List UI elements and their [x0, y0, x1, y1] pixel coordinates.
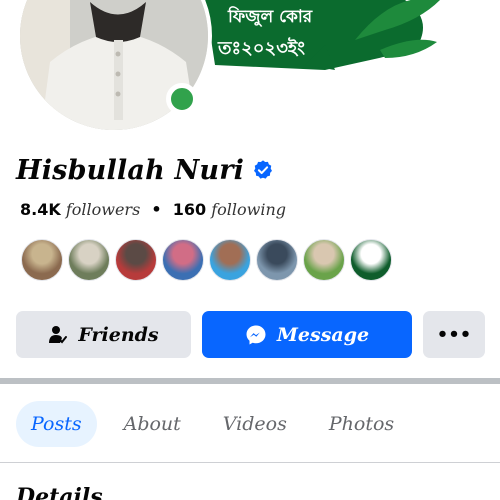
- friend-avatar-8[interactable]: [350, 239, 392, 281]
- followers-count[interactable]: 8.4K: [20, 200, 61, 219]
- followers-label[interactable]: followers: [66, 200, 140, 219]
- tab-videos[interactable]: Videos: [208, 401, 302, 447]
- section-divider: [0, 378, 500, 384]
- verified-badge-icon: [254, 160, 273, 179]
- cover-banner-text-1: ফিজুল কোর: [228, 7, 313, 27]
- more-options-button[interactable]: •••: [423, 311, 485, 358]
- friend-avatar-4[interactable]: [162, 239, 204, 281]
- message-button[interactable]: Message: [202, 311, 412, 358]
- friend-avatar-1[interactable]: [21, 239, 63, 281]
- mutual-friends-row: [21, 239, 397, 281]
- follow-stats: 8.4K followers • 160 following: [20, 200, 286, 219]
- friend-avatar-2[interactable]: [68, 239, 110, 281]
- friends-button[interactable]: Friends: [16, 311, 191, 358]
- following-label[interactable]: following: [211, 200, 286, 219]
- following-count[interactable]: 160: [173, 200, 206, 219]
- profile-tabs: Posts About Videos Photos: [16, 400, 421, 448]
- friend-avatar-7[interactable]: [303, 239, 345, 281]
- cover-banner-text-2: তঃ২০২৩ইং: [218, 38, 306, 59]
- profile-name-row: Hisbullah Nuri: [16, 150, 274, 190]
- tab-photos[interactable]: Photos: [314, 401, 409, 447]
- friends-button-label: Friends: [78, 323, 159, 346]
- tabs-bottom-rule: [0, 462, 500, 463]
- tab-about[interactable]: About: [109, 401, 196, 447]
- tab-posts[interactable]: Posts: [16, 401, 97, 447]
- profile-name: Hisbullah Nuri: [16, 154, 245, 186]
- messenger-icon: [245, 324, 267, 346]
- friend-avatar-6[interactable]: [256, 239, 298, 281]
- more-dots-icon: •••: [436, 324, 472, 345]
- friend-avatar-5[interactable]: [209, 239, 251, 281]
- friends-icon: [48, 325, 68, 345]
- friend-avatar-3[interactable]: [115, 239, 157, 281]
- message-button-label: Message: [276, 323, 370, 346]
- stats-separator: •: [151, 200, 162, 219]
- online-status-indicator: [166, 83, 198, 115]
- details-heading: Details: [16, 484, 103, 500]
